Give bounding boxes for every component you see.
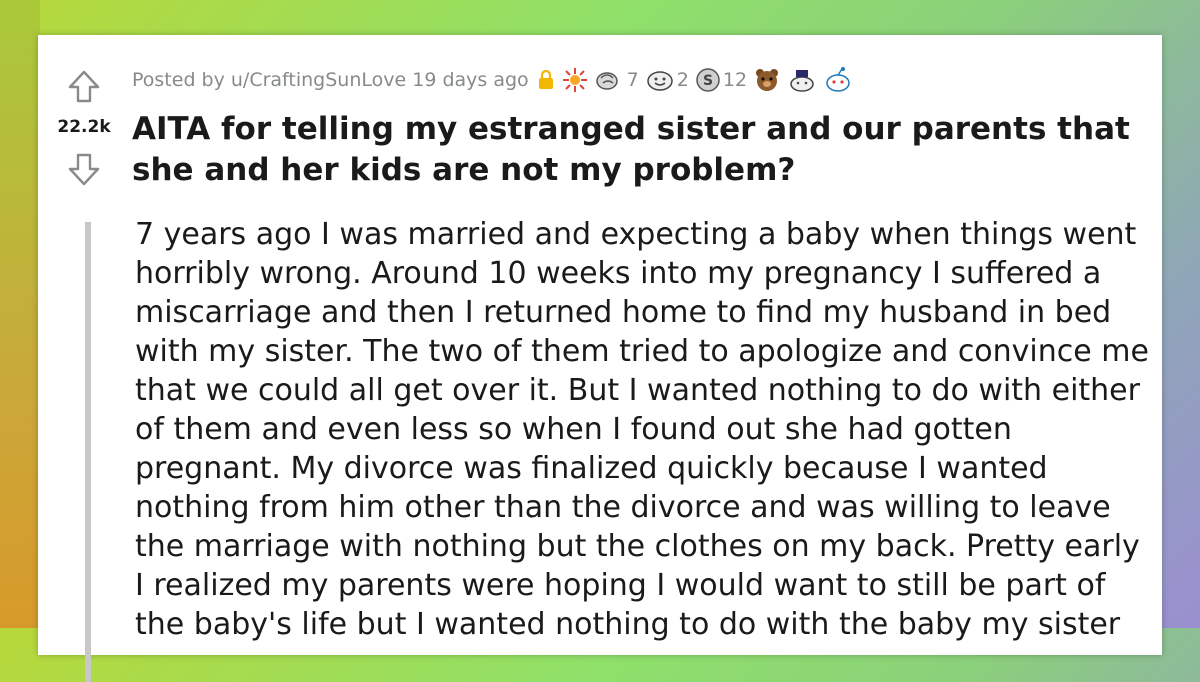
bear-award[interactable] xyxy=(753,66,781,94)
hat-award[interactable] xyxy=(787,66,817,94)
smile-award-icon xyxy=(647,71,673,91)
bear-award-icon xyxy=(756,69,779,91)
post-body: 7 years ago I was married and expecting … xyxy=(135,217,1149,642)
hands-award-icon xyxy=(595,72,618,90)
vote-score: 22.2k xyxy=(57,117,111,137)
svg-text:S: S xyxy=(703,73,713,89)
posted-by[interactable]: Posted by u/CraftingSunLove 19 days ago xyxy=(132,69,529,91)
background-gradient xyxy=(0,0,40,628)
quote-bar xyxy=(85,222,91,682)
sparkle-award-icon xyxy=(562,68,587,92)
silver-award[interactable]: S 12 xyxy=(695,67,747,93)
lock-icon xyxy=(538,70,553,89)
award-count: 2 xyxy=(676,69,689,91)
hands-award[interactable]: 7 xyxy=(595,66,639,94)
award-count: 7 xyxy=(626,69,639,91)
post-meta: Posted by u/CraftingSunLove 19 days ago xyxy=(132,65,853,95)
silver-coin-award-icon: S xyxy=(696,68,720,92)
post-card: 22.2k Posted by u/CraftingSunLove 19 day… xyxy=(38,35,1162,682)
sparkle-award[interactable] xyxy=(561,66,589,94)
hat-award-icon xyxy=(790,70,814,92)
snoo-award-icon xyxy=(826,67,850,92)
downvote-icon[interactable] xyxy=(66,151,102,187)
post-title[interactable]: AITA for telling my estranged sister and… xyxy=(132,109,1152,191)
smile-award[interactable]: 2 xyxy=(645,66,689,94)
snoo-award[interactable] xyxy=(823,66,853,94)
award-count: 12 xyxy=(722,69,748,91)
upvote-icon[interactable] xyxy=(66,69,102,105)
